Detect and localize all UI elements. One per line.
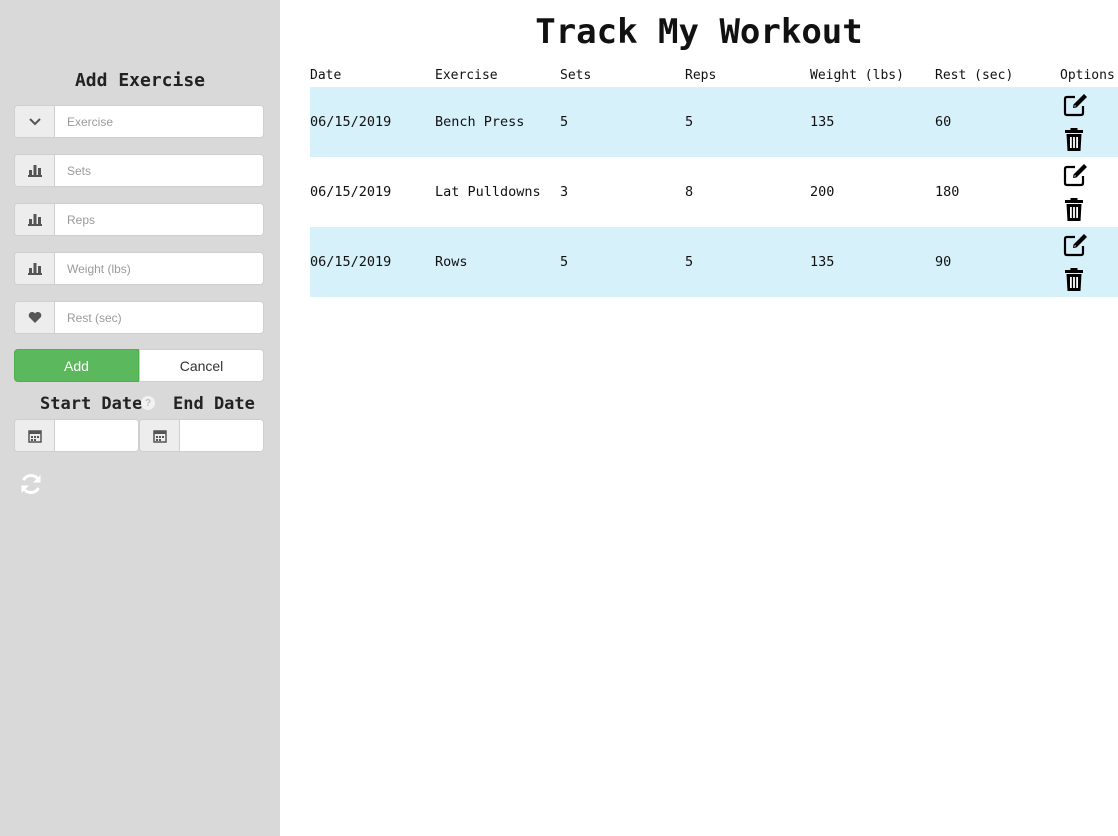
- sidebar: Add Exercise Add Cancel Start Date ? End…: [0, 0, 280, 836]
- cell-rest: 60: [935, 114, 952, 130]
- calendar-icon[interactable]: [15, 420, 55, 451]
- bar-chart-icon: [15, 253, 55, 284]
- exercise-input[interactable]: [55, 106, 263, 137]
- cell-sets: 5: [560, 254, 569, 270]
- reps-field[interactable]: [14, 203, 264, 236]
- refresh-icon[interactable]: [19, 472, 43, 496]
- calendar-icon[interactable]: [140, 420, 180, 451]
- cell-date: 06/15/2019: [310, 184, 392, 200]
- end-date-input[interactable]: [180, 420, 263, 451]
- trash-icon[interactable]: [1062, 127, 1088, 153]
- column-header-weight: Weight (lbs): [810, 68, 904, 83]
- bar-chart-icon: [15, 155, 55, 186]
- sets-field[interactable]: [14, 154, 264, 187]
- cell-rest: 180: [935, 184, 960, 200]
- edit-icon[interactable]: [1063, 92, 1089, 118]
- cell-sets: 5: [560, 114, 569, 130]
- start-date-label: Start Date: [40, 394, 143, 414]
- table-row: 06/15/2019 Rows 5 5 135 90: [310, 227, 1118, 297]
- heart-icon: [15, 302, 55, 333]
- cell-sets: 3: [560, 184, 569, 200]
- table-row: 06/15/2019 Lat Pulldowns 3 8 200 180: [310, 157, 1118, 227]
- reps-input[interactable]: [55, 204, 263, 235]
- table-row: 06/15/2019 Bench Press 5 5 135 60: [310, 87, 1118, 157]
- cell-rest: 90: [935, 254, 952, 270]
- column-header-rest: Rest (sec): [935, 68, 1014, 83]
- exercise-field[interactable]: [14, 105, 264, 138]
- start-date-field[interactable]: [14, 419, 139, 452]
- page-title: Track My Workout: [535, 12, 863, 52]
- cell-reps: 5: [685, 254, 694, 270]
- rest-field[interactable]: [14, 301, 264, 334]
- sets-input[interactable]: [55, 155, 263, 186]
- cell-exercise: Rows: [435, 254, 468, 270]
- cell-weight: 200: [810, 184, 835, 200]
- cell-reps: 8: [685, 184, 694, 200]
- help-icon[interactable]: ?: [141, 396, 155, 410]
- column-header-sets: Sets: [560, 68, 592, 83]
- column-header-exercise: Exercise: [435, 68, 498, 83]
- column-header-reps: Reps: [685, 68, 717, 83]
- end-date-field[interactable]: [139, 419, 264, 452]
- add-exercise-title: Add Exercise: [74, 70, 206, 91]
- trash-icon[interactable]: [1062, 267, 1088, 293]
- edit-icon[interactable]: [1063, 162, 1089, 188]
- cell-date: 06/15/2019: [310, 254, 392, 270]
- cell-exercise: Lat Pulldowns: [435, 184, 541, 200]
- rest-input[interactable]: [55, 302, 263, 333]
- edit-icon[interactable]: [1063, 232, 1089, 258]
- trash-icon[interactable]: [1062, 197, 1088, 223]
- column-header-options: Options: [1060, 68, 1115, 83]
- weight-field[interactable]: [14, 252, 264, 285]
- cell-exercise: Bench Press: [435, 114, 525, 130]
- cell-weight: 135: [810, 114, 835, 130]
- bar-chart-icon: [15, 204, 55, 235]
- cell-reps: 5: [685, 114, 694, 130]
- add-button[interactable]: Add: [14, 349, 139, 382]
- column-header-date: Date: [310, 68, 342, 83]
- cancel-button[interactable]: Cancel: [139, 349, 264, 382]
- chevron-down-icon[interactable]: [15, 106, 55, 137]
- weight-input[interactable]: [55, 253, 263, 284]
- cell-date: 06/15/2019: [310, 114, 392, 130]
- start-date-input[interactable]: [55, 420, 138, 451]
- end-date-label: End Date: [173, 394, 255, 414]
- cell-weight: 135: [810, 254, 835, 270]
- table-header: Date Exercise Sets Reps Weight (lbs) Res…: [310, 68, 1118, 84]
